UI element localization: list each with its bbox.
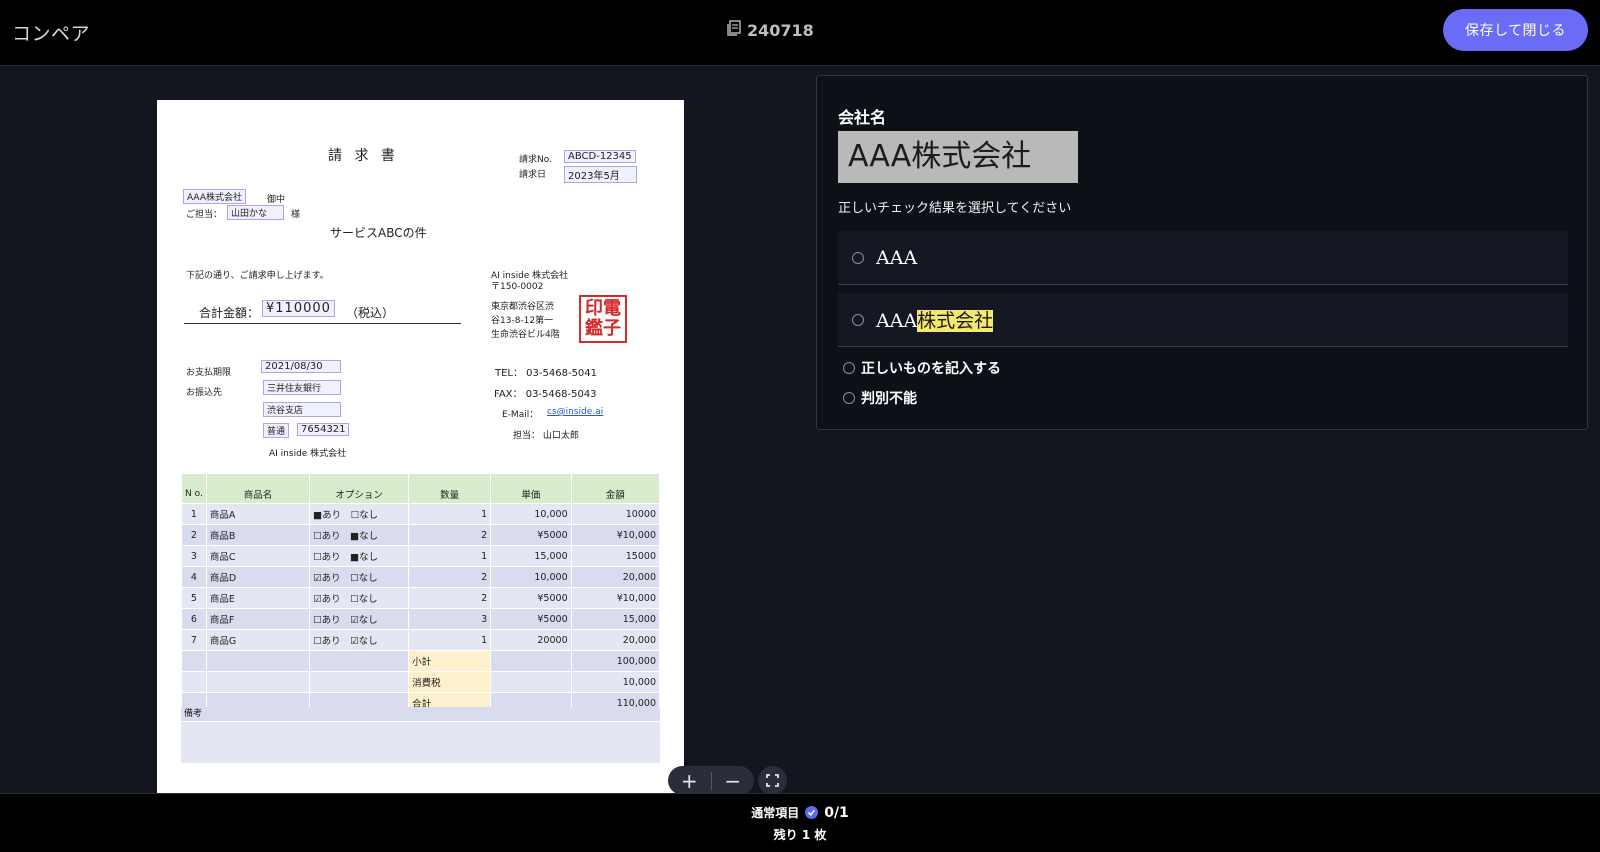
- issuer-address-3: 生命渋谷ビル4階: [491, 330, 560, 340]
- items-table: N o. 商品名 オプション 数量 単価 金額 1 商品A ■あり ☐なし 1 10,0…: [181, 473, 661, 714]
- header-amount: 金額: [570, 473, 661, 504]
- option-manual-entry[interactable]: 正しいものを記入する: [843, 358, 1001, 378]
- table-header-row: N o. 商品名 オプション 数量 単価 金額: [181, 473, 661, 504]
- footer-bar: 通常項目 0/1 残り 1 枚: [0, 793, 1600, 852]
- bank-label: お振込先: [186, 388, 223, 398]
- issuer-address-1: 東京都渋谷区渋: [491, 302, 555, 312]
- table-row: 6 商品F ☐あり ☑なし 3 ¥5000 15,000: [181, 608, 661, 630]
- issuer-fax: FAX： 03-5468-5043: [494, 389, 597, 400]
- app-title: コンペア: [12, 23, 91, 45]
- email-link: cs@inside.ai: [547, 407, 604, 417]
- fullscreen-icon: [766, 774, 779, 787]
- option-aaa[interactable]: AAA: [838, 231, 1568, 285]
- document-id: 240718: [726, 20, 814, 40]
- due-date-value: 2021/08/30: [261, 360, 341, 373]
- header-qty: 数量: [408, 473, 492, 504]
- contact-name: 山田かな: [227, 205, 284, 220]
- stack-document-icon: [726, 20, 742, 40]
- invoice-no-label: 請求No.: [519, 155, 552, 165]
- option-undeterminable[interactable]: 判別不能: [843, 388, 917, 408]
- invoice-title: 請 求 書: [328, 148, 399, 164]
- remaining-count: 残り 1 枚: [773, 828, 827, 842]
- field-crop-image: AAA株式会社: [838, 131, 1078, 183]
- radio-button[interactable]: [843, 362, 855, 374]
- header-no: N o.: [181, 473, 207, 504]
- summary-row-tax: 消費税 10,000: [181, 671, 661, 693]
- option-label: 正しいものを記入する: [861, 361, 1001, 377]
- table-row: 1 商品A ■あり ☐なし 1 10,000 10000: [181, 503, 661, 525]
- recipient-company: AAA株式会社: [183, 189, 246, 204]
- issuer-zip: 〒150-0002: [491, 282, 544, 292]
- account-holder: AI inside 株式会社: [269, 449, 347, 459]
- field-label: 会社名: [838, 108, 887, 127]
- due-label: お支払期限: [186, 368, 232, 378]
- progress-count: 0/1: [824, 804, 849, 821]
- account-type-value: 普通: [263, 423, 290, 438]
- table-row: 3 商品C ☐あり ■なし 1 15,000 15000: [181, 545, 661, 567]
- table-row: 2 商品B ☐あり ■なし 2 ¥5000 ¥10,000: [181, 524, 661, 546]
- table-row: 7 商品G ☐あり ☑なし 1 20000 20,000: [181, 629, 661, 651]
- diff-highlight: 株式会社: [917, 310, 994, 332]
- company-seal-stamp: 印電 鑑子: [579, 295, 627, 343]
- radio-button[interactable]: [843, 392, 855, 404]
- save-and-close-button[interactable]: 保存して閉じる: [1443, 9, 1588, 51]
- invoice-no-value: ABCD-12345: [564, 150, 636, 163]
- branch-value: 渋谷支店: [263, 402, 341, 417]
- top-bar: コンペア 240718 保存して閉じる: [0, 0, 1600, 66]
- progress-row: 通常項目 0/1: [0, 804, 1600, 821]
- memo-area: [181, 722, 660, 763]
- invoice-date-label: 請求日: [519, 170, 547, 180]
- total-label: 合計金額：: [199, 306, 260, 320]
- option-aaa-kabushiki[interactable]: AAA株式会社: [838, 293, 1568, 347]
- issuer-address-2: 谷13-8-12第一: [491, 316, 554, 326]
- header-option: オプション: [309, 473, 410, 504]
- contact-suffix: 様: [291, 210, 301, 220]
- document-viewer[interactable]: 請 求 書 請求No. ABCD-12345 請求日 2023年5月 AAA株式…: [0, 67, 800, 793]
- zoom-out-button[interactable]: −: [711, 766, 754, 795]
- table-row: 5 商品E ☑あり ☐なし 2 ¥5000 ¥10,000: [181, 587, 661, 609]
- staff-name: 担当： 山口太郎: [513, 431, 579, 441]
- zoom-in-button[interactable]: +: [668, 766, 711, 795]
- recipient-honorific: 御中: [267, 195, 286, 205]
- invoice-subject: サービスABCの件: [330, 226, 427, 240]
- summary-row-subtotal: 小計 100,000: [181, 650, 661, 672]
- greeting-text: 下記の通り、ご請求申し上げます。: [186, 271, 329, 281]
- total-amount: ¥110000: [262, 300, 335, 317]
- tax-note: （税込）: [346, 306, 395, 320]
- email-label: E-Mail：: [502, 410, 539, 420]
- option-label: AAA株式会社: [876, 310, 994, 332]
- option-label: 判別不能: [861, 391, 917, 407]
- account-number-value: 7654321: [297, 423, 349, 436]
- header-product: 商品名: [205, 473, 311, 504]
- document-id-text: 240718: [747, 20, 814, 40]
- check-circle-icon: [805, 806, 819, 819]
- contact-label: ご担当：: [186, 210, 223, 220]
- radio-button[interactable]: [852, 313, 864, 326]
- bank-name-value: 三井住友銀行: [263, 380, 341, 395]
- header-unit-price: 単価: [490, 473, 572, 504]
- zoom-controls: + −: [668, 766, 754, 795]
- invoice-date-value: 2023年5月: [564, 166, 637, 183]
- table-row: 4 商品D ☑あり ☐なし 2 10,000 20,000: [181, 566, 661, 588]
- radio-button[interactable]: [852, 251, 864, 264]
- instruction-text: 正しいチェック結果を選択してください: [838, 201, 1072, 216]
- issuer-tel: TEL： 03-5468-5041: [495, 368, 598, 379]
- total-underline: [184, 323, 461, 324]
- check-panel: 会社名 AAA株式会社 正しいチェック結果を選択してください AAA AAA株式…: [816, 75, 1588, 430]
- memo-label: 備考: [181, 707, 660, 721]
- option-label: AAA: [876, 246, 918, 269]
- invoice-page: 請 求 書 請求No. ABCD-12345 請求日 2023年5月 AAA株式…: [157, 100, 684, 793]
- fullscreen-button[interactable]: [758, 766, 787, 795]
- category-label: 通常項目: [751, 806, 800, 820]
